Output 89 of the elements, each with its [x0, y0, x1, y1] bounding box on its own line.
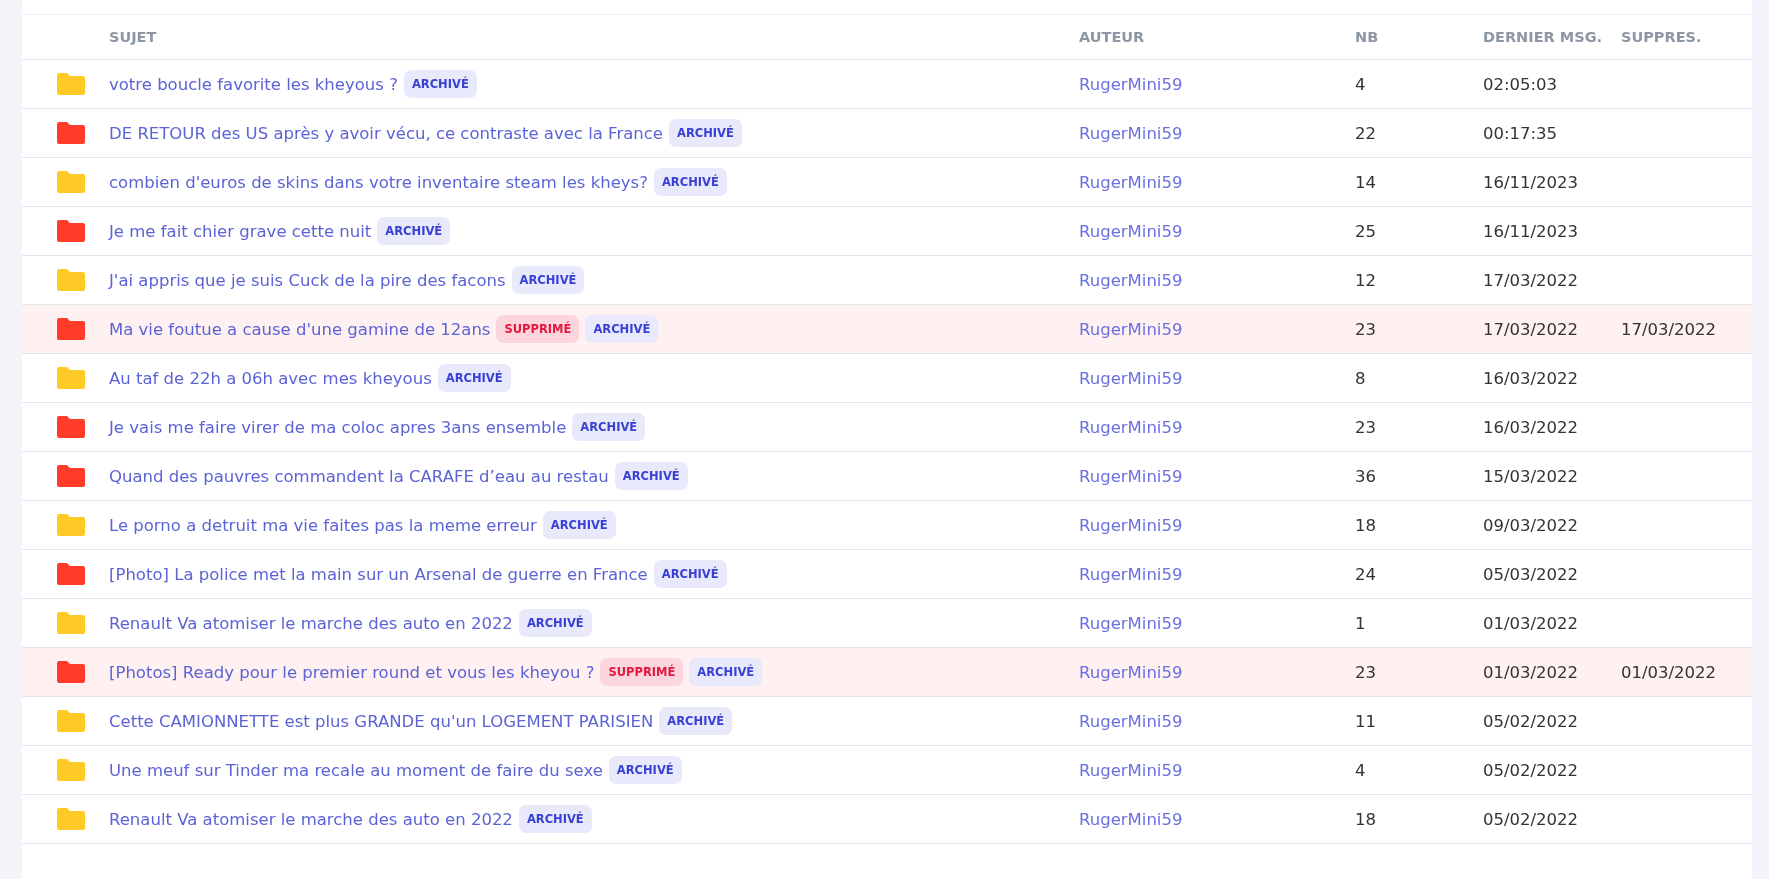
author-link[interactable]: RugerMini59	[1079, 760, 1183, 780]
reply-count: 23	[1355, 417, 1376, 437]
last-message-date: 00:17:35	[1483, 123, 1558, 143]
last-message-date: 15/03/2022	[1483, 466, 1579, 486]
topic-link[interactable]: DE RETOUR des US après y avoir vécu, ce contraste avec la France	[109, 123, 663, 143]
last-message-date: 09/03/2022	[1483, 515, 1579, 535]
last-message-date: 17/03/2022	[1483, 270, 1579, 290]
reply-count: 25	[1355, 221, 1376, 241]
last-message-date: 17/03/2022	[1483, 319, 1579, 339]
author-link[interactable]: RugerMini59	[1079, 662, 1183, 682]
last-message-date: 05/02/2022	[1483, 711, 1579, 731]
topic-link[interactable]: Le porno a detruit ma vie faites pas la meme erreur	[109, 515, 537, 535]
author-link[interactable]: RugerMini59	[1079, 319, 1183, 339]
reply-count: 11	[1355, 711, 1376, 731]
archived-tag: ARCHIVÉ	[653, 560, 727, 588]
reply-count: 36	[1355, 466, 1376, 486]
archived-tag: ARCHIVÉ	[437, 364, 511, 392]
last-message-date: 02:05:03	[1483, 74, 1558, 94]
archived-tag: ARCHIVÉ	[572, 413, 646, 441]
topic-link[interactable]: Renault Va atomiser le marche des auto en 2022	[109, 809, 513, 829]
archived-tag: ARCHIVÉ	[669, 119, 742, 147]
topic-link[interactable]: votre boucle favorite les kheyous ?	[109, 74, 398, 94]
column-header: SUJET	[109, 29, 158, 45]
last-message-date: 01/03/2022	[1483, 613, 1579, 633]
topic-link[interactable]: J'ai appris que je suis Cuck de la pire des facons	[109, 270, 506, 290]
archived-tag: ARCHIVÉ	[518, 805, 592, 833]
column-header: DERNIER MSG.	[1483, 29, 1604, 45]
author-link[interactable]: RugerMini59	[1079, 466, 1183, 486]
archived-tag: ARCHIVÉ	[511, 266, 585, 294]
last-message-date: 16/11/2023	[1483, 172, 1579, 192]
author-link[interactable]: RugerMini59	[1079, 368, 1183, 388]
topic-link[interactable]: Cette CAMIONNETTE est plus GRANDE qu'un LOGEMENT PARISIEN	[109, 711, 654, 731]
topic-link[interactable]: [Photos] Ready pour le premier round et vous les kheyou ?	[109, 662, 595, 682]
archived-tag: ARCHIVÉ	[608, 756, 682, 784]
author-link[interactable]: RugerMini59	[1079, 564, 1183, 584]
topic-link[interactable]: Au taf de 22h a 06h avec mes kheyous	[109, 368, 432, 388]
topic-link[interactable]: Je me fait chier grave cette nuit	[109, 221, 372, 241]
deletion-date: 17/03/2022	[1621, 319, 1717, 339]
archived-tag: ARCHIVÉ	[585, 315, 659, 343]
topic-link[interactable]: Une meuf sur Tinder ma recale au moment de faire du sexe	[109, 760, 603, 780]
archived-tag: ARCHIVÉ	[653, 168, 727, 196]
topic-link[interactable]: combien d'euros de skins dans votre inventaire steam les kheys?	[109, 172, 648, 192]
author-link[interactable]: RugerMini59	[1079, 711, 1183, 731]
reply-count: 23	[1355, 319, 1376, 339]
reply-count: 14	[1355, 172, 1376, 192]
column-header: NB	[1355, 29, 1380, 45]
reply-count: 23	[1355, 662, 1376, 682]
topic-link[interactable]: [Photo] La police met la main sur un Arsenal de guerre en France	[109, 564, 648, 584]
deleted-tag: SUPPRIMÉ	[496, 315, 580, 343]
topic-link[interactable]: Je vais me faire virer de ma coloc apres 3ans ensemble	[109, 417, 567, 437]
reply-count: 24	[1355, 564, 1376, 584]
column-header: SUPPRES.	[1621, 29, 1703, 45]
reply-count: 22	[1355, 123, 1376, 143]
deletion-date: 01/03/2022	[1621, 662, 1717, 682]
reply-count: 4	[1355, 760, 1366, 780]
reply-count: 4	[1355, 74, 1366, 94]
author-link[interactable]: RugerMini59	[1079, 417, 1183, 437]
archived-tag: ARCHIVÉ	[403, 70, 477, 98]
last-message-date: 05/02/2022	[1483, 809, 1579, 829]
last-message-date: 16/11/2023	[1483, 221, 1579, 241]
archived-tag: ARCHIVÉ	[659, 707, 733, 735]
column-header: AUTEUR	[1079, 29, 1146, 45]
author-link[interactable]: RugerMini59	[1079, 221, 1183, 241]
author-link[interactable]: RugerMini59	[1079, 172, 1183, 192]
author-link[interactable]: RugerMini59	[1079, 123, 1183, 143]
topic-link[interactable]: Ma vie foutue a cause d'une gamine de 12ans	[109, 319, 491, 339]
author-link[interactable]: RugerMini59	[1079, 515, 1183, 535]
topic-link[interactable]: Quand des pauvres commandent la CARAFE d’eau au restau	[109, 466, 609, 486]
reply-count: 12	[1355, 270, 1376, 290]
last-message-date: 16/03/2022	[1483, 417, 1579, 437]
archived-tag: ARCHIVÉ	[614, 462, 688, 490]
reply-count: 18	[1355, 515, 1376, 535]
topic-link[interactable]: Renault Va atomiser le marche des auto en 2022	[109, 613, 513, 633]
reply-count: 1	[1355, 613, 1366, 633]
author-link[interactable]: RugerMini59	[1079, 613, 1183, 633]
last-message-date: 16/03/2022	[1483, 368, 1579, 388]
archived-tag: ARCHIVÉ	[518, 609, 592, 637]
last-message-date: 05/02/2022	[1483, 760, 1579, 780]
reply-count: 18	[1355, 809, 1376, 829]
archived-tag: ARCHIVÉ	[542, 511, 616, 539]
deleted-tag: SUPPRIMÉ	[600, 658, 684, 686]
reply-count: 8	[1355, 368, 1366, 388]
author-link[interactable]: RugerMini59	[1079, 270, 1183, 290]
last-message-date: 05/03/2022	[1483, 564, 1579, 584]
author-link[interactable]: RugerMini59	[1079, 74, 1183, 94]
archived-tag: ARCHIVÉ	[377, 217, 451, 245]
archived-tag: ARCHIVÉ	[689, 658, 763, 686]
author-link[interactable]: RugerMini59	[1079, 809, 1183, 829]
last-message-date: 01/03/2022	[1483, 662, 1579, 682]
